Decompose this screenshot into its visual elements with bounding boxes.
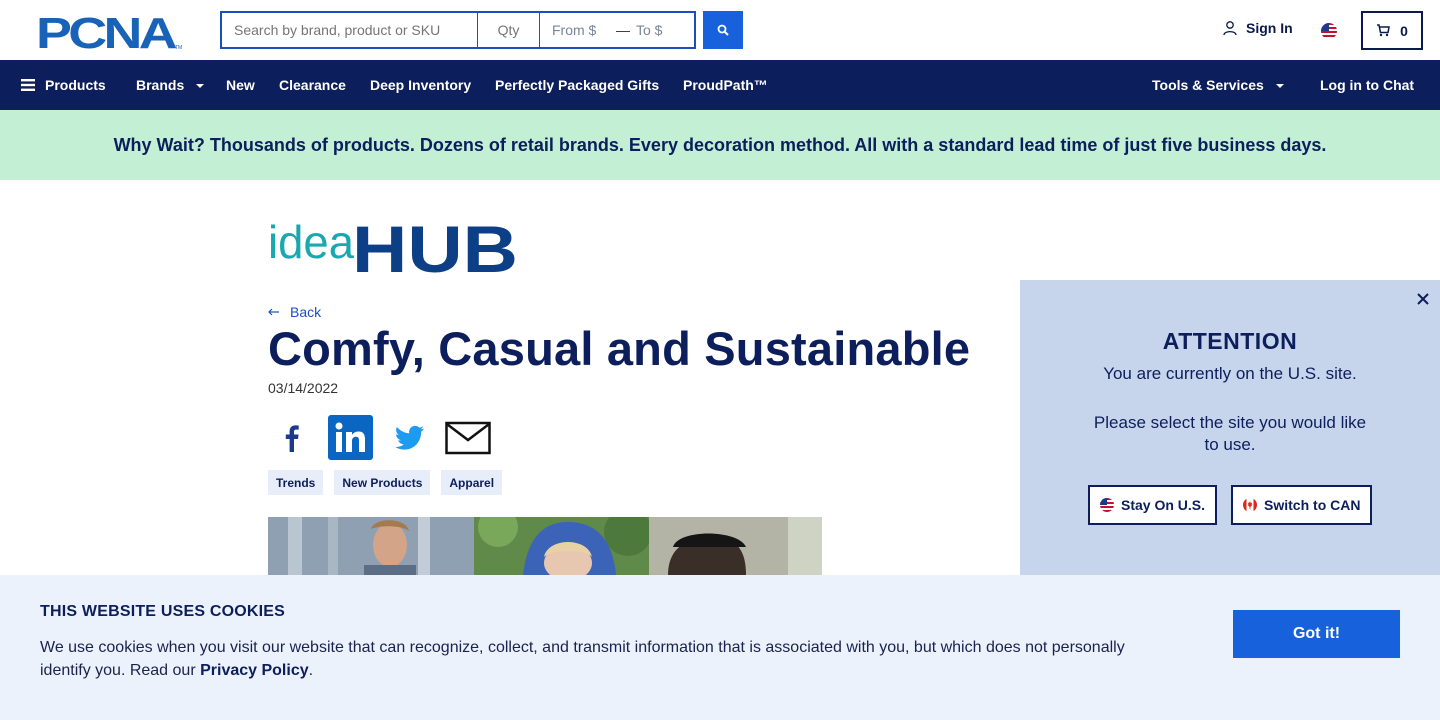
article-date: 03/14/2022	[268, 380, 339, 396]
chevron-down-icon	[196, 84, 205, 88]
us-flag-icon[interactable]	[1321, 23, 1337, 39]
page-title: Comfy, Casual and Sustainable	[268, 322, 971, 375]
tag-apparel[interactable]: Apparel	[441, 470, 503, 495]
price-to-input[interactable]: To $	[636, 22, 694, 38]
user-icon	[1223, 21, 1237, 36]
us-flag-icon	[1100, 498, 1114, 512]
menu-icon	[21, 79, 35, 91]
sign-in-link[interactable]: Sign In	[1222, 20, 1293, 36]
nav-chat[interactable]: Log in to Chat	[1320, 60, 1414, 110]
nav-tools[interactable]: Tools & Services	[1152, 60, 1284, 110]
cart-count: 0	[1400, 22, 1408, 39]
tag-new-products[interactable]: New Products	[334, 470, 431, 495]
switch-can-button[interactable]: Switch to CAN	[1231, 485, 1373, 525]
tag-trends[interactable]: Trends	[268, 470, 324, 495]
search-icon	[717, 24, 729, 36]
cookie-period: .	[308, 662, 314, 679]
hero-image	[268, 517, 822, 575]
stay-us-label: Stay On U.S.	[1121, 497, 1206, 513]
attention-message: You are currently on the U.S. site.	[1103, 364, 1357, 383]
facebook-icon[interactable]	[270, 416, 314, 465]
switch-can-label: Switch to CAN	[1264, 497, 1361, 513]
nav-clearance-label: Clearance	[279, 77, 346, 93]
arrow-left-icon	[268, 308, 279, 316]
svg-text:TM: TM	[175, 45, 182, 51]
attention-select-text: Please select the site you would like to…	[1093, 413, 1367, 454]
nav-proudpath[interactable]: ProudPath™	[683, 60, 768, 110]
search-input[interactable]	[220, 11, 478, 49]
social-share	[270, 415, 491, 465]
nav-chat-label: Log in to Chat	[1320, 77, 1415, 93]
nav-products[interactable]: Products	[21, 60, 106, 110]
nav-clearance[interactable]: Clearance	[279, 60, 346, 110]
cookie-text: We use cookies when you visit our websit…	[40, 636, 1150, 682]
cookie-banner: THIS WEBSITE USES COOKIES We use cookies…	[0, 575, 1440, 720]
nav-proudpath-label: ProudPath™	[683, 77, 768, 93]
pcna-logo[interactable]: PCNA TM	[36, 11, 184, 51]
nav-new-label: New	[226, 77, 255, 93]
attention-title: ATTENTION	[1162, 328, 1298, 354]
nav-deep-inventory-label: Deep Inventory	[370, 77, 472, 93]
nav-tools-label: Tools & Services	[1152, 77, 1264, 93]
cart-button[interactable]: 0	[1361, 11, 1423, 50]
tag-list: Trends New Products Apparel	[268, 470, 503, 495]
qty-input[interactable]	[478, 11, 540, 49]
price-dash: —	[616, 22, 630, 38]
nav-gifts[interactable]: Perfectly Packaged Gifts	[495, 60, 659, 110]
nav-gifts-label: Perfectly Packaged Gifts	[495, 77, 660, 93]
linkedin-icon[interactable]	[328, 415, 373, 465]
promo-text: Why Wait? Thousands of products. Dozens …	[113, 134, 1327, 155]
stay-us-button[interactable]: Stay On U.S.	[1088, 485, 1218, 525]
back-label: Back	[290, 304, 322, 320]
price-from-input[interactable]: From $	[540, 22, 610, 38]
promo-banner: Why Wait? Thousands of products. Dozens …	[0, 110, 1440, 180]
nav-brands-label: Brands	[136, 77, 185, 93]
chevron-down-icon	[1275, 84, 1284, 88]
cookie-title: THIS WEBSITE USES COOKIES	[40, 603, 286, 620]
ideahub-logo[interactable]: idea HUB	[268, 213, 520, 275]
back-link[interactable]: Back	[268, 304, 321, 320]
site-select-panel: ATTENTION You are currently on the U.S. …	[1020, 280, 1440, 575]
ideahub-hub-text: HUB	[352, 213, 518, 275]
search-bar: From $ — To $	[220, 11, 696, 49]
nav-products-label: Products	[45, 77, 106, 93]
ideahub-idea-text: idea	[268, 216, 354, 268]
privacy-policy-link[interactable]: Privacy Policy	[200, 662, 309, 679]
sign-in-label: Sign In	[1246, 20, 1293, 36]
search-button[interactable]	[703, 11, 743, 49]
site-header: PCNA TM From $ — To $ Sign In 0	[0, 0, 1440, 60]
got-it-button[interactable]: Got it!	[1233, 610, 1400, 658]
nav-new[interactable]: New	[226, 60, 255, 110]
site-select-buttons: Stay On U.S. Switch to CAN	[1088, 485, 1373, 525]
price-range: From $ — To $	[540, 11, 696, 49]
main-nav: Products Brands New Clearance Deep Inven…	[0, 60, 1440, 110]
canada-flag-icon	[1243, 498, 1258, 512]
logo-text: PCNA	[36, 11, 177, 51]
close-icon[interactable]	[1414, 290, 1432, 308]
twitter-icon[interactable]	[387, 416, 431, 465]
email-icon[interactable]	[445, 421, 491, 460]
nav-brands[interactable]: Brands	[136, 60, 205, 110]
nav-deep-inventory[interactable]: Deep Inventory	[370, 60, 471, 110]
cart-icon	[1377, 24, 1390, 37]
